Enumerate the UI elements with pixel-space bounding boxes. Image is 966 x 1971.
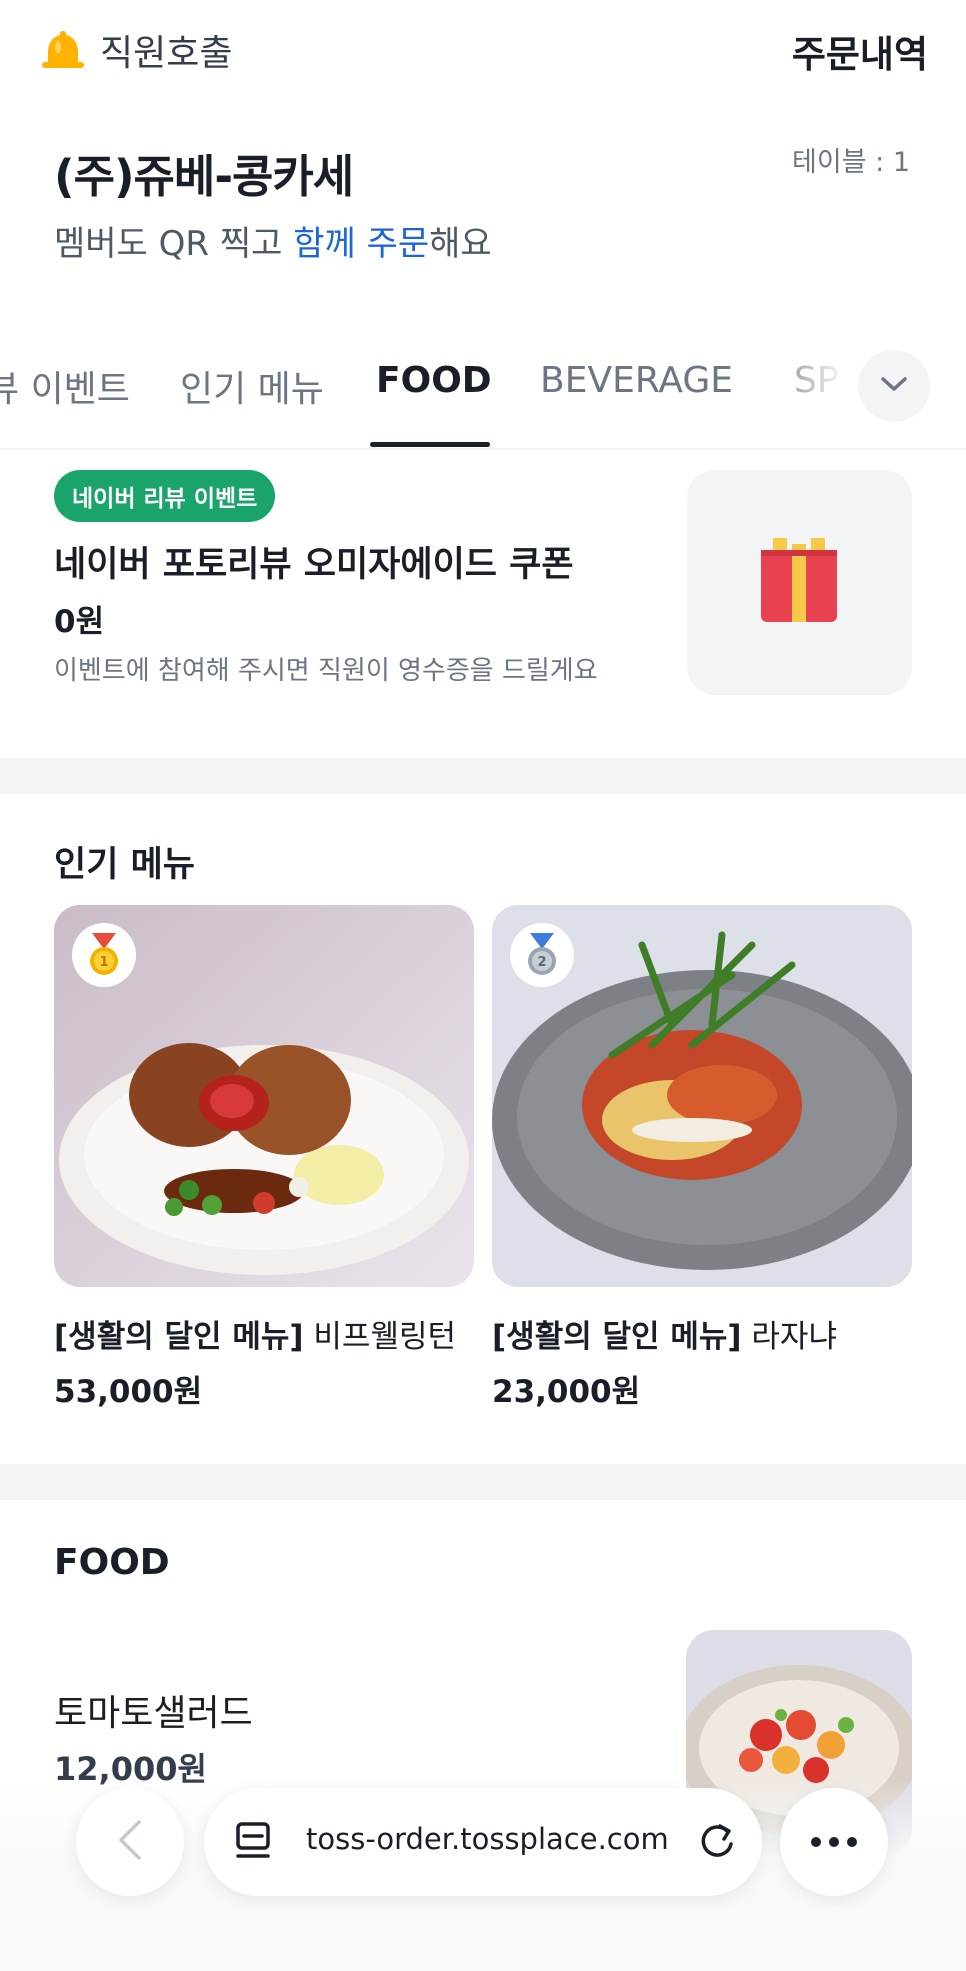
browser-back-button[interactable] [76,1788,184,1896]
silver-medal-icon: 2 [510,923,574,987]
tab-food[interactable]: FOOD [376,360,492,401]
tabs-icon[interactable] [234,1820,274,1868]
reload-icon[interactable] [694,1818,740,1868]
gift-icon [759,538,839,628]
popular-item[interactable]: 2 [생활의 달인 메뉴] 라자냐 23,000원 [492,905,912,1411]
food-section-title: FOOD [54,1542,170,1583]
category-tabs: 뷰 이벤트 인기 메뉴 FOOD BEVERAGE SP [0,350,966,450]
store-name: (주)쥬베-콩카세 [54,150,354,203]
active-tab-indicator [370,442,490,447]
tagline-highlight: 함께 주문 [293,224,430,264]
tabs-expand-button[interactable] [858,350,930,422]
section-divider [0,758,966,794]
order-history-link[interactable]: 주문내역 [792,24,928,78]
tagline: 멤버도 QR 찍고 함께 주문해요 [54,216,492,265]
food-item-name: 토마토샐러드 [54,1693,253,1734]
popular-item-prefix: [생활의 달인 메뉴] [492,1319,742,1355]
popular-item-title: 비프웰링턴 [303,1319,457,1355]
browser-more-button[interactable] [780,1788,888,1896]
staff-call-button[interactable]: 직원호출 [38,24,232,76]
event-description: 이벤트에 참여해 주시면 직원이 영수증을 드릴게요 [54,656,598,686]
bell-icon [38,25,88,75]
gold-medal-rank: 1 [99,955,108,970]
address-bar[interactable]: toss-order.tossplace.com [204,1788,762,1896]
tab-popular[interactable]: 인기 메뉴 [180,360,324,412]
event-price: 0원 [54,604,105,640]
url-text: toss-order.tossplace.com [306,1822,669,1856]
popular-item-name: [생활의 달인 메뉴] 비프웰링턴 [54,1311,474,1356]
event-image [687,470,912,695]
chevron-left-icon [117,1818,143,1866]
table-number: 테이블 : 1 [792,147,910,178]
page: 직원호출 주문내역 (주)쥬베-콩카세 테이블 : 1 멤버도 QR 찍고 함께… [0,0,966,1971]
event-title: 네이버 포토리뷰 오미자에이드 쿠폰 [54,545,574,585]
beef-wellington-image: 1 [54,905,474,1287]
lasagna-image: 2 [492,905,912,1287]
popular-item-prefix: [생활의 달인 메뉴] [54,1319,304,1355]
popular-item-price: 23,000원 [492,1374,641,1410]
tab-beverage[interactable]: BEVERAGE [540,360,733,401]
staff-call-label: 직원호출 [100,33,233,74]
more-dots-icon [810,1833,858,1852]
tagline-suffix: 해요 [429,224,492,264]
silver-medal-rank: 2 [537,955,546,970]
tagline-prefix: 멤버도 QR 찍고 [54,224,294,264]
tabs-fade [760,350,870,440]
popular-item[interactable]: 1 [생활의 달인 메뉴] 비프웰링턴 53,000원 [54,905,474,1411]
chevron-down-icon [879,374,909,398]
popular-item-name: [생활의 달인 메뉴] 라자냐 [492,1311,912,1356]
popular-item-price: 53,000원 [54,1374,203,1410]
top-bar: 직원호출 주문내역 [0,0,966,100]
popular-item-title: 라자냐 [741,1319,837,1355]
gold-medal-icon: 1 [72,923,136,987]
tab-review-event[interactable]: 뷰 이벤트 [0,360,130,412]
section-divider [0,1464,966,1500]
popular-section-title: 인기 메뉴 [54,845,195,885]
event-badge: 네이버 리뷰 이벤트 [54,470,276,522]
event-card[interactable]: 네이버 리뷰 이벤트 네이버 포토리뷰 오미자에이드 쿠폰 0원 이벤트에 참여… [0,452,966,757]
